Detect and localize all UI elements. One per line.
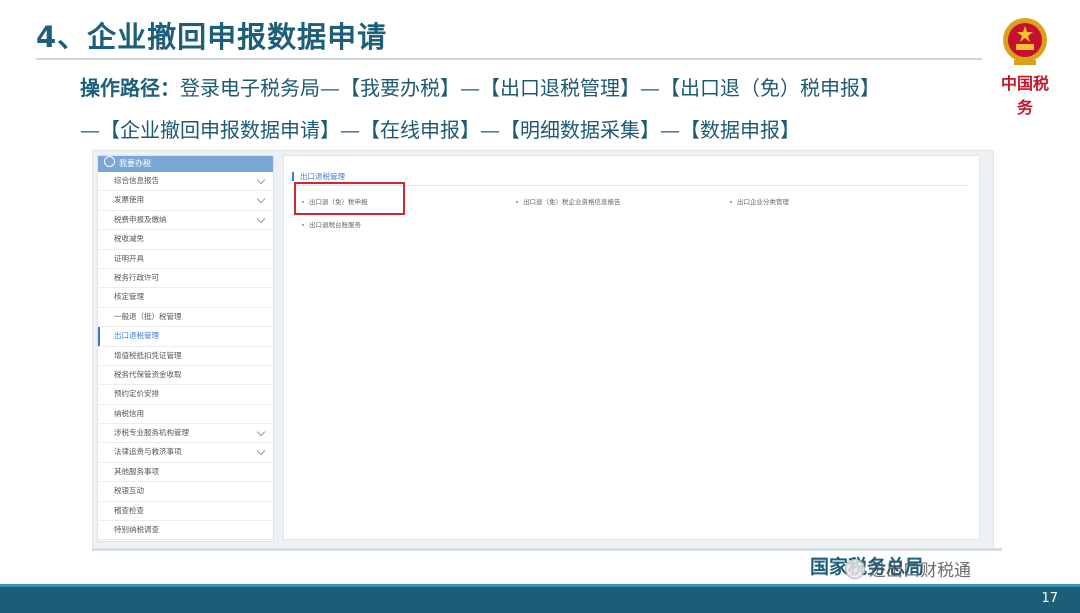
sidebar-header[interactable]: 我要办税 xyxy=(98,156,273,172)
sidebar-item-label: 发票使用 xyxy=(114,195,144,205)
sidebar-item-label: 证明开具 xyxy=(114,253,144,263)
bullet-icon xyxy=(730,201,732,203)
chevron-down-icon xyxy=(256,447,266,456)
link-refund-ledger[interactable]: 出口退税台账服务 xyxy=(302,219,361,229)
chevron-down-icon xyxy=(256,427,266,437)
sidebar-item-label: 纳税信用 xyxy=(114,408,144,418)
sidebar-item[interactable]: 一般退（抵）税管理 xyxy=(98,308,273,328)
sidebar-item[interactable]: 增值税抵扣凭证管理 xyxy=(98,347,273,366)
sidebar-item-label: 预约定价安排 xyxy=(114,389,159,399)
sidebar-item[interactable]: 税费申报及缴纳 xyxy=(98,211,273,231)
link-qualification-report[interactable]: 出口退（免）税企业资格信息报告 xyxy=(516,196,621,206)
sidebar-item-label: 核定管理 xyxy=(114,292,144,302)
sidebar-item-label: 综合信息报告 xyxy=(114,176,159,185)
watermark: 进出口财税通 xyxy=(845,556,971,581)
sidebar-item[interactable]: 出口退税管理 xyxy=(98,327,273,347)
page-number: 17 xyxy=(1041,591,1058,606)
link-label: 出口退（免）税企业资格信息报告 xyxy=(523,198,621,206)
sidebar-item-label: 其他服务事项 xyxy=(114,466,159,476)
operation-path-line1: 操作路径：登录电子税务局—【我要办税】—【出口退税管理】—【出口退（免）税申报】 xyxy=(80,72,880,101)
screenshot-shadow xyxy=(92,548,1002,551)
link-enterprise-classification[interactable]: 出口企业分类管理 xyxy=(730,196,789,206)
sidebar-item[interactable]: 纳税信用 xyxy=(98,405,273,425)
sidebar-item[interactable]: 税务代保管资金收取 xyxy=(98,366,273,386)
sidebar-item[interactable]: 特别纳税调查 xyxy=(98,521,273,541)
watermark-text: 进出口财税通 xyxy=(869,561,971,581)
panel-title: 出口退税管理 xyxy=(292,172,345,181)
sidebar-item[interactable]: 法律追责与救济事项 xyxy=(98,443,273,463)
bullet-icon xyxy=(302,224,304,226)
tax-service-icon xyxy=(104,156,115,167)
sidebar-header-label: 我要办税 xyxy=(119,159,151,168)
link-label: 出口企业分类管理 xyxy=(737,198,789,206)
sidebar-item[interactable]: 核定管理 xyxy=(98,288,273,308)
bullet-icon xyxy=(302,201,304,203)
chevron-down-icon xyxy=(256,214,266,224)
tax-logo-text: 中国税务 xyxy=(1000,74,1049,117)
link-export-refund-declare[interactable]: 出口退（免）税申报 xyxy=(302,196,368,206)
sidebar-item-label: 增值税抵扣凭证管理 xyxy=(114,350,182,360)
bullet-icon xyxy=(516,201,518,203)
sidebar-item[interactable]: 其他服务事项 xyxy=(98,463,273,483)
sidebar-item[interactable]: 税收减免 xyxy=(98,230,273,250)
path-text-1: 登录电子税务局—【我要办税】—【出口退税管理】—【出口退（免）税申报】 xyxy=(180,76,880,100)
sidebar-item-label: 特别纳税调查 xyxy=(114,525,159,535)
sidebar-item[interactable]: 税银互动 xyxy=(98,482,273,502)
sidebar-item[interactable]: 证明开具 xyxy=(98,250,273,269)
sidebar-item[interactable]: 预约定价安排 xyxy=(98,385,273,405)
sidebar-item-label: 出口退税管理 xyxy=(114,331,159,341)
sidebar-item[interactable]: 涉税专业服务机构管理 xyxy=(98,424,273,444)
sidebar-item-label: 税务代保管资金收取 xyxy=(114,369,182,379)
sidebar-item-label: 税收减免 xyxy=(114,234,144,244)
sidebar-item-label: 税务行政许可 xyxy=(114,272,159,282)
sidebar-item-label: 法律追责与救济事项 xyxy=(114,447,182,457)
content-panel: 出口退税管理 出口退（免）税申报 出口退（免）税企业资格信息报告 出口企业分类管… xyxy=(283,155,980,540)
sidebar-item-label: 税银互动 xyxy=(114,486,144,496)
national-emblem-icon xyxy=(1003,18,1047,65)
sidebar-item-label: 税费申报及缴纳 xyxy=(114,214,167,224)
sidebar-item[interactable]: 综合信息报告 xyxy=(98,172,273,192)
sidebar-item-label: 涉税专业服务机构管理 xyxy=(114,428,189,438)
chevron-down-icon xyxy=(256,195,266,204)
sidebar-item[interactable]: 发票使用 xyxy=(98,191,273,211)
bottom-bar xyxy=(0,587,1080,613)
title-divider xyxy=(36,58,982,60)
sidebar-item-label: 一般退（抵）税管理 xyxy=(114,311,182,321)
link-label: 出口退（免）税申报 xyxy=(309,198,368,206)
slide-title: 4、企业撤回申报数据申请 xyxy=(36,20,388,54)
wechat-icon xyxy=(845,559,865,579)
sidebar-item[interactable]: 税务行政许可 xyxy=(98,269,273,289)
chevron-down-icon xyxy=(256,175,266,185)
sidebar-item-label: 稽查检查 xyxy=(114,505,144,515)
path-label: 操作路径： xyxy=(80,76,180,100)
link-label: 出口退税台账服务 xyxy=(309,221,361,229)
sidebar-item[interactable]: 稽查检查 xyxy=(98,502,273,522)
operation-path-line2: —【企业撤回申报数据申请】—【在线申报】—【明细数据采集】—【数据申报】 xyxy=(80,118,800,142)
sidebar: 我要办税 综合信息报告 发票使用税费申报及缴纳 税收减免证明开具税务行政许可 核定管理… xyxy=(97,155,274,542)
